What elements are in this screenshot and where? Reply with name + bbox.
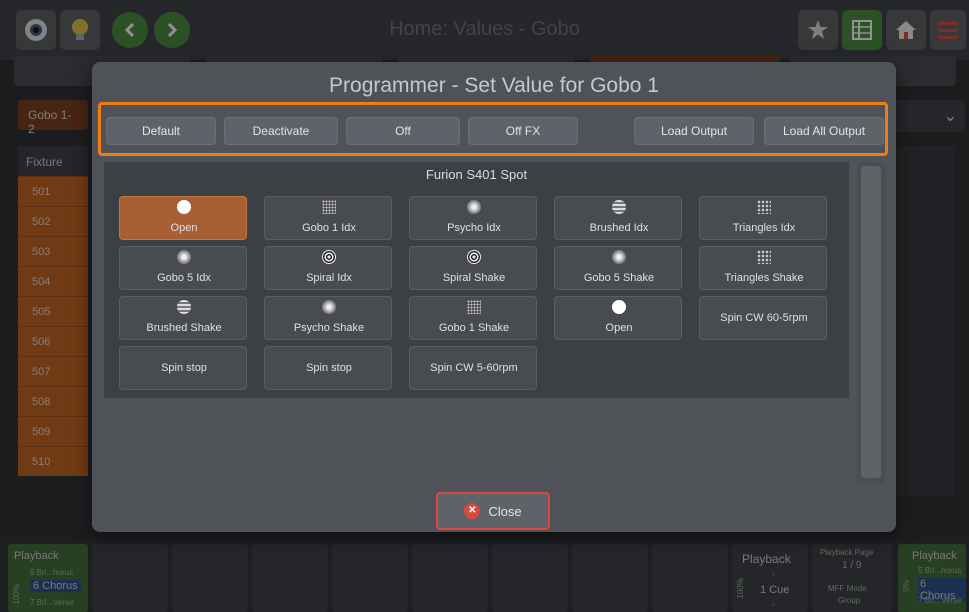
spiral-gobo-icon: [322, 250, 336, 264]
gobo-button[interactable]: Spiral Shake: [409, 246, 537, 290]
disc-gobo-icon: [177, 250, 191, 264]
open-circle-icon: [177, 200, 191, 214]
gobo-label: Spin stop: [306, 362, 352, 374]
gobo-button[interactable]: Open: [119, 196, 247, 240]
gobo-label: Gobo 1 Shake: [438, 322, 510, 334]
disc-gobo-icon: [322, 300, 336, 314]
gobo-label: Gobo 5 Shake: [583, 272, 655, 284]
gobo-button[interactable]: Spin stop: [119, 346, 247, 390]
gobo-label: Open: [605, 322, 633, 334]
gobo-button[interactable]: Triangles Idx: [699, 196, 827, 240]
gobo-button[interactable]: Spin CW 5-60rpm: [409, 346, 537, 390]
load-output-button[interactable]: Load Output: [634, 117, 754, 145]
gobo-label: Triangles Shake: [724, 272, 804, 284]
dialog-title: Programmer - Set Value for Gobo 1: [329, 74, 659, 97]
gobo-label: Open: [170, 222, 198, 234]
gobo-label: Spin stop: [161, 362, 207, 374]
gobo-label: Gobo 1 Idx: [302, 222, 356, 234]
gobo-button[interactable]: Psycho Shake: [264, 296, 392, 340]
gobo-label: Psycho Shake: [293, 322, 365, 334]
gobo-label: Spin CW 5-60rpm: [430, 362, 518, 374]
gobo-button[interactable]: Gobo 5 Shake: [554, 246, 682, 290]
gobo-label: Spin CW 60-5rpm: [720, 312, 808, 324]
gobo-label: Spiral Idx: [306, 272, 352, 284]
load-all-output-button[interactable]: Load All Output: [764, 117, 884, 145]
gobo-button[interactable]: Gobo 1 Idx: [264, 196, 392, 240]
panel-title: Furion S401 Spot: [425, 167, 528, 182]
brushed-gobo-icon: [612, 200, 626, 214]
deactivate-button[interactable]: Deactivate: [224, 117, 338, 145]
speckle-gobo-icon: [322, 200, 336, 214]
gobo-button[interactable]: Open: [554, 296, 682, 340]
set-value-dialog: Programmer - Set Value for Gobo 1 Defaul…: [92, 62, 896, 532]
off-fx-button[interactable]: Off FX: [468, 117, 578, 145]
gobo-label: Spiral Shake: [442, 272, 506, 284]
gobo-panel: Furion S401 Spot Open Gobo 1 Idx Psycho Id…: [104, 162, 849, 398]
gobo-label: Brushed Shake: [146, 322, 222, 334]
gobo-button[interactable]: Brushed Shake: [119, 296, 247, 340]
gobo-label: Triangles Idx: [732, 222, 796, 234]
gobo-button[interactable]: Psycho Idx: [409, 196, 537, 240]
gobo-button[interactable]: Gobo 5 Idx: [119, 246, 247, 290]
gobo-label: Psycho Idx: [447, 222, 501, 234]
gobo-label: Brushed Idx: [589, 222, 649, 234]
triangles-gobo-icon: [757, 250, 771, 264]
gobo-button[interactable]: Spiral Idx: [264, 246, 392, 290]
gobo-button[interactable]: Spin stop: [264, 346, 392, 390]
scrollbar[interactable]: [857, 162, 885, 484]
gobo-button[interactable]: Triangles Shake: [699, 246, 827, 290]
disc-gobo-icon: [467, 200, 481, 214]
open-circle-icon: [612, 300, 626, 314]
brushed-gobo-icon: [177, 300, 191, 314]
disc-gobo-icon: [612, 250, 626, 264]
scrollbar-thumb[interactable]: [861, 166, 881, 478]
speckle-gobo-icon: [467, 300, 481, 314]
gobo-button[interactable]: Brushed Idx: [554, 196, 682, 240]
triangles-gobo-icon: [757, 200, 771, 214]
default-button[interactable]: Default: [106, 117, 216, 145]
gobo-label: Gobo 5 Idx: [157, 272, 211, 284]
close-label: Close: [488, 503, 522, 519]
close-icon: ✕: [464, 503, 481, 519]
gobo-button[interactable]: Spin CW 60-5rpm: [699, 296, 827, 340]
close-button[interactable]: ✕ Close: [436, 492, 550, 530]
spiral-gobo-icon: [467, 250, 481, 264]
gobo-button[interactable]: Gobo 1 Shake: [409, 296, 537, 340]
off-button[interactable]: Off: [346, 117, 460, 145]
